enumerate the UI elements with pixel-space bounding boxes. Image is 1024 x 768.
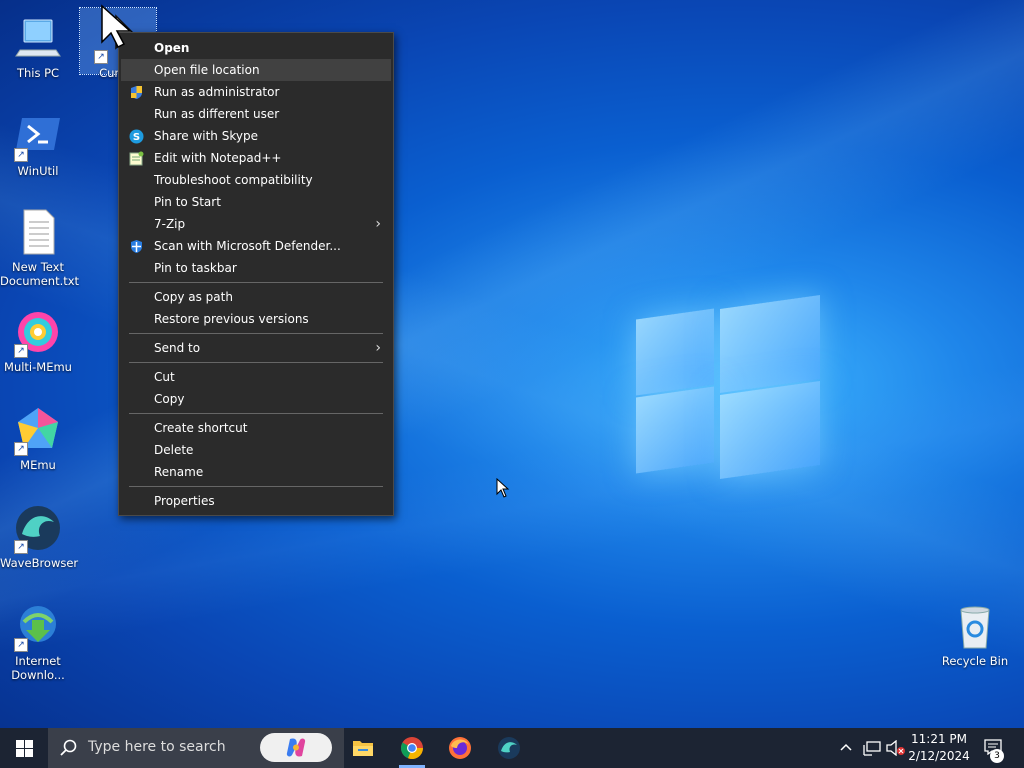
clock-time: 11:21 PM	[911, 732, 967, 746]
powershell-icon: ↗	[14, 112, 62, 162]
menu-item-cut[interactable]: Cut	[121, 366, 391, 388]
volume-muted-icon	[886, 740, 905, 756]
text-file-icon	[14, 208, 62, 256]
menu-item-rename[interactable]: Rename	[121, 461, 391, 483]
volume-button[interactable]	[884, 728, 906, 768]
menu-separator	[129, 282, 383, 283]
shortcut-arrow-icon: ↗	[14, 638, 28, 652]
notification-center-button[interactable]: 3	[978, 728, 1018, 768]
desktop-icon-label: MEmu	[20, 458, 56, 472]
network-icon	[863, 741, 881, 756]
shortcut-arrow-icon: ↗	[94, 50, 108, 64]
context-menu: Open Open file location Run as administr…	[118, 32, 394, 516]
uac-shield-icon	[129, 85, 144, 100]
menu-item-restore-previous-versions[interactable]: Restore previous versions	[121, 308, 391, 330]
desktop-icon-label: WinUtil	[17, 164, 59, 178]
clock-date: 2/12/2024	[908, 749, 970, 763]
menu-item-open-file-location[interactable]: Open file location	[121, 59, 391, 81]
taskbar-app-wavebrowser[interactable]	[486, 728, 532, 768]
desktop-icon-label: New Text Document.txt	[0, 260, 80, 288]
menu-item-copy-as-path[interactable]: Copy as path	[121, 286, 391, 308]
recycle-bin-icon	[951, 602, 999, 650]
mouse-pointer-icon	[496, 478, 510, 498]
shortcut-arrow-icon: ↗	[14, 148, 28, 162]
copilot-button[interactable]	[260, 733, 332, 762]
windows-logo-wallpaper	[636, 290, 822, 480]
wavebrowser-icon	[498, 737, 520, 759]
notification-badge: 3	[990, 749, 1004, 763]
menu-separator	[129, 333, 383, 334]
desktop-icon-label: This PC	[16, 66, 60, 80]
menu-item-send-to[interactable]: Send to ›	[121, 337, 391, 359]
menu-separator	[129, 486, 383, 487]
desktop-icon-memu[interactable]: ↗ MEmu	[0, 400, 76, 472]
mouse-pointer-icon	[101, 4, 132, 48]
shortcut-arrow-icon: ↗	[14, 540, 28, 554]
desktop-icon-new-text-document[interactable]: New Text Document.txt	[0, 202, 80, 288]
desktop-icon-wavebrowser[interactable]: ↗ WaveBrowser	[0, 498, 79, 570]
menu-item-delete[interactable]: Delete	[121, 439, 391, 461]
firefox-icon	[449, 737, 471, 759]
desktop-icon-winutil[interactable]: ↗ WinUtil	[0, 106, 76, 178]
idm-icon: ↗	[14, 602, 62, 652]
menu-item-properties[interactable]: Properties	[121, 490, 391, 512]
folder-icon	[353, 741, 373, 756]
desktop-icon-internet-download-manager[interactable]: ↗ Internet Downlo...	[0, 596, 76, 682]
taskbar-search-box[interactable]: Type here to search	[48, 728, 344, 768]
desktop-icon-label: Internet Downlo...	[11, 654, 65, 682]
menu-item-pin-to-taskbar[interactable]: Pin to taskbar	[121, 257, 391, 279]
desktop-icon-this-pc[interactable]: This PC	[0, 8, 76, 80]
menu-item-edit-with-notepad-plus-plus[interactable]: Edit with Notepad++	[121, 147, 391, 169]
wavebrowser-icon: ↗	[14, 504, 62, 554]
taskbar-app-file-explorer[interactable]	[340, 728, 386, 768]
shortcut-arrow-icon: ↗	[14, 344, 28, 358]
desktop-icon-label: Recycle Bin	[941, 654, 1009, 668]
chevron-right-icon: ›	[375, 216, 381, 232]
defender-shield-icon	[129, 239, 144, 254]
desktop-icon-recycle-bin[interactable]: Recycle Bin	[937, 596, 1013, 668]
menu-item-create-shortcut[interactable]: Create shortcut	[121, 417, 391, 439]
show-hidden-icons-button[interactable]	[836, 728, 856, 768]
chrome-icon	[400, 737, 424, 760]
desktop-icon-label: Multi-MEmu	[4, 360, 72, 374]
network-status-button[interactable]	[860, 728, 882, 768]
notepad-plus-plus-icon	[129, 151, 144, 166]
desktop-icon-label: WaveBrowser	[0, 556, 79, 570]
menu-item-share-with-skype[interactable]: S Share with Skype	[121, 125, 391, 147]
start-button[interactable]	[0, 728, 48, 768]
menu-item-run-as-administrator[interactable]: Run as administrator	[121, 81, 391, 103]
taskbar-clock[interactable]: 11:21 PM 2/12/2024	[904, 731, 974, 765]
chevron-right-icon: ›	[375, 340, 381, 356]
search-icon	[60, 739, 77, 756]
taskbar-app-firefox[interactable]	[437, 728, 483, 768]
computer-icon	[14, 14, 62, 62]
menu-separator	[129, 362, 383, 363]
menu-item-pin-to-start[interactable]: Pin to Start	[121, 191, 391, 213]
taskbar: Type here to search 11:21 PM 2/12/2024 3	[0, 728, 1024, 768]
copilot-icon	[286, 738, 306, 757]
desktop-icon-multi-memu[interactable]: ↗ Multi-MEmu	[0, 302, 76, 374]
menu-item-copy[interactable]: Copy	[121, 388, 391, 410]
memu-icon: ↗	[14, 406, 62, 456]
menu-item-open[interactable]: Open	[121, 37, 391, 59]
menu-item-7-zip[interactable]: 7-Zip ›	[121, 213, 391, 235]
shortcut-arrow-icon: ↗	[14, 442, 28, 456]
menu-item-troubleshoot-compatibility[interactable]: Troubleshoot compatibility	[121, 169, 391, 191]
menu-item-run-as-different-user[interactable]: Run as different user	[121, 103, 391, 125]
chevron-up-icon	[840, 743, 852, 751]
search-placeholder: Type here to search	[88, 739, 226, 755]
skype-icon: S	[129, 129, 144, 144]
menu-separator	[129, 413, 383, 414]
multi-memu-icon: ↗	[14, 308, 62, 358]
svg-text:S: S	[133, 132, 140, 143]
windows-start-icon	[16, 740, 33, 757]
menu-item-scan-with-defender[interactable]: Scan with Microsoft Defender...	[121, 235, 391, 257]
taskbar-app-chrome[interactable]	[389, 728, 435, 768]
